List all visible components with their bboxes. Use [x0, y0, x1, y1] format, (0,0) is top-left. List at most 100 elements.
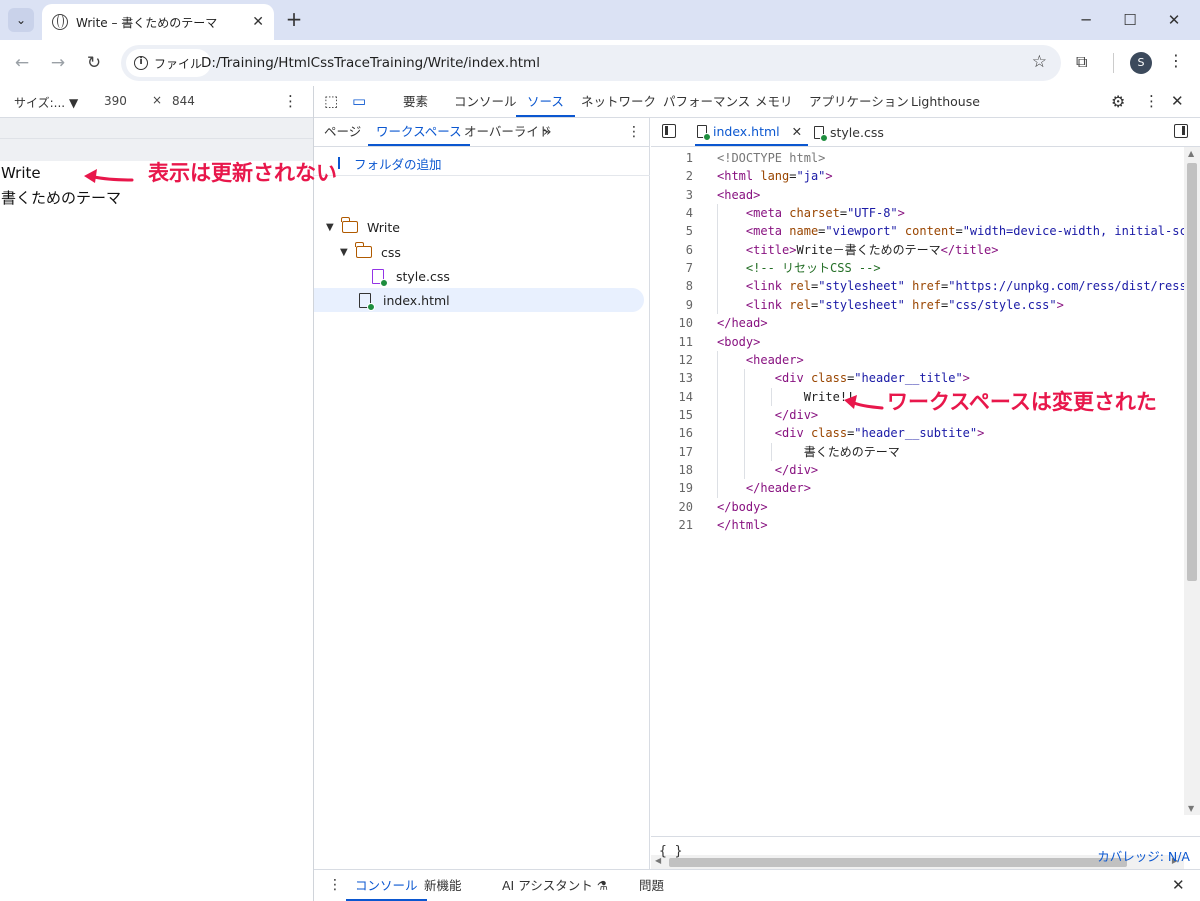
- devtools-close-icon[interactable]: ✕: [1171, 92, 1184, 110]
- tree-file-index-html[interactable]: index.html: [314, 288, 644, 312]
- line-number[interactable]: 1: [651, 149, 693, 167]
- line-number[interactable]: 15: [651, 406, 693, 424]
- line-number[interactable]: 14: [651, 388, 693, 406]
- expand-triangle-icon[interactable]: ▼: [326, 222, 338, 233]
- close-editor-tab-icon[interactable]: ✕: [792, 124, 802, 139]
- code-line[interactable]: 1 <!DOCTYPE html>: [651, 149, 1184, 167]
- code-line[interactable]: 19 </header>: [651, 479, 1184, 497]
- bookmark-star-icon[interactable]: ☆: [1032, 52, 1047, 72]
- code-line[interactable]: 6 <title>Write－書くためのテーマ</title>: [651, 241, 1184, 259]
- scroll-down-icon[interactable]: ▼: [1188, 804, 1194, 813]
- tab-page[interactable]: ページ: [324, 118, 361, 146]
- line-number[interactable]: 17: [651, 443, 693, 461]
- add-folder-link[interactable]: フォルダの追加: [354, 154, 442, 173]
- line-number[interactable]: 9: [651, 296, 693, 314]
- tab-elements[interactable]: 要素: [403, 86, 428, 117]
- expand-triangle-icon[interactable]: ▼: [340, 247, 352, 258]
- vertical-scrollbar[interactable]: ▲ ▼: [1184, 147, 1200, 815]
- device-height-input[interactable]: 844: [172, 94, 195, 108]
- line-number[interactable]: 8: [651, 277, 693, 295]
- code-line[interactable]: 7 <!-- リセットCSS -->: [651, 259, 1184, 277]
- line-number[interactable]: 5: [651, 222, 693, 240]
- code-line[interactable]: 21 </html>: [651, 516, 1184, 534]
- editor-tab-style-css[interactable]: style.css: [814, 118, 884, 146]
- line-number[interactable]: 18: [651, 461, 693, 479]
- code-line[interactable]: 9 <link rel="stylesheet" href="css/style…: [651, 296, 1184, 314]
- url-text[interactable]: D:/Training/HtmlCssTraceTraining/Write/i…: [201, 55, 540, 71]
- window-close-icon[interactable]: ✕: [1154, 6, 1194, 34]
- drawer-tab-ai-assistant[interactable]: AI アシスタント ⚗: [502, 870, 608, 901]
- tab-overrides[interactable]: オーバーライド: [464, 118, 551, 146]
- code-line[interactable]: 5 <meta name="viewport" content="width=d…: [651, 222, 1184, 240]
- close-tab-icon[interactable]: ✕: [252, 14, 264, 30]
- maximize-icon[interactable]: ☐: [1110, 6, 1150, 34]
- code-line[interactable]: 3 <head>: [651, 186, 1184, 204]
- code-line[interactable]: 18 </div>: [651, 461, 1184, 479]
- drawer-tab-whats-new[interactable]: 新機能: [424, 870, 462, 901]
- new-tab-plus-icon[interactable]: +: [282, 8, 306, 32]
- tab-console[interactable]: コンソール: [454, 86, 517, 117]
- tab-performance[interactable]: パフォーマンス: [663, 86, 750, 117]
- device-size-dropdown[interactable]: サイズ:... ▼: [14, 94, 78, 111]
- device-toggle-icon[interactable]: ▭: [352, 92, 366, 110]
- line-number[interactable]: 13: [651, 369, 693, 387]
- code-line[interactable]: 2 <html lang="ja">: [651, 167, 1184, 185]
- tab-memory[interactable]: メモリ: [755, 86, 793, 117]
- horizontal-scroll-thumb[interactable]: [669, 858, 1127, 867]
- device-width-input[interactable]: 390: [104, 94, 127, 108]
- code-line[interactable]: 11 <body>: [651, 333, 1184, 351]
- code-line[interactable]: 13 <div class="header__title">: [651, 369, 1184, 387]
- line-number[interactable]: 20: [651, 498, 693, 516]
- toggle-debugger-icon[interactable]: [1174, 124, 1188, 138]
- code-line[interactable]: 17 書くためのテーマ: [651, 443, 1184, 461]
- forward-arrow-icon[interactable]: →: [46, 51, 70, 75]
- more-tabs-chevron-icon[interactable]: »: [543, 118, 552, 146]
- line-number[interactable]: 16: [651, 424, 693, 442]
- tree-file-style-css[interactable]: style.css: [314, 264, 644, 288]
- drawer-close-icon[interactable]: ✕: [1172, 870, 1185, 901]
- code-line[interactable]: 4 <meta charset="UTF-8">: [651, 204, 1184, 222]
- tab-sources[interactable]: ソース: [516, 86, 575, 117]
- line-number[interactable]: 4: [651, 204, 693, 222]
- scroll-up-icon[interactable]: ▲: [1188, 149, 1194, 158]
- extensions-puzzle-icon[interactable]: ⧉: [1076, 52, 1087, 72]
- settings-gear-icon[interactable]: ⚙: [1111, 92, 1125, 111]
- code-line[interactable]: 8 <link rel="stylesheet" href="https://u…: [651, 277, 1184, 295]
- editor-tab-index-html[interactable]: index.html ✕: [695, 118, 809, 146]
- tree-folder-css[interactable]: ▼ css: [314, 240, 644, 264]
- site-info-chip[interactable]: i ファイル: [126, 49, 212, 77]
- code-line[interactable]: 20 </body>: [651, 498, 1184, 516]
- navigator-menu-icon[interactable]: ⋮: [627, 118, 641, 146]
- tab-network[interactable]: ネットワーク: [581, 86, 656, 117]
- tab-search-chevron-icon[interactable]: ⌄: [8, 8, 34, 32]
- tree-folder-write[interactable]: ▼ Write: [314, 215, 644, 239]
- code-area[interactable]: 1 <!DOCTYPE html> 2 <html lang="ja"> 3 <head>…: [651, 147, 1184, 815]
- inspect-element-icon[interactable]: ⬚: [324, 92, 338, 110]
- line-number[interactable]: 12: [651, 351, 693, 369]
- drawer-tab-issues[interactable]: 問題: [639, 870, 664, 901]
- browser-menu-icon[interactable]: ⋮: [1168, 51, 1184, 70]
- line-number[interactable]: 6: [651, 241, 693, 259]
- line-number[interactable]: 19: [651, 479, 693, 497]
- pretty-print-braces-icon[interactable]: { }: [659, 844, 682, 859]
- code-line[interactable]: 16 <div class="header__subtite">: [651, 424, 1184, 442]
- tab-application[interactable]: アプリケーション: [809, 86, 909, 117]
- line-number[interactable]: 2: [651, 167, 693, 185]
- device-more-icon[interactable]: ⋮: [283, 92, 298, 110]
- profile-avatar[interactable]: S: [1130, 52, 1152, 74]
- line-number[interactable]: 21: [651, 516, 693, 534]
- coverage-status[interactable]: カバレッジ: N/A: [1097, 846, 1190, 865]
- address-bar[interactable]: i ファイル D:/Training/HtmlCssTraceTraining/…: [121, 45, 1061, 81]
- toggle-navigator-icon[interactable]: [662, 124, 676, 138]
- reload-icon[interactable]: ↻: [82, 51, 106, 75]
- drawer-menu-icon[interactable]: ⋮: [328, 870, 342, 901]
- minimize-icon[interactable]: ─: [1066, 6, 1106, 34]
- line-number[interactable]: 3: [651, 186, 693, 204]
- line-number[interactable]: 11: [651, 333, 693, 351]
- line-number[interactable]: 10: [651, 314, 693, 332]
- tab-lighthouse[interactable]: Lighthouse: [911, 86, 980, 117]
- vertical-scroll-thumb[interactable]: [1187, 163, 1197, 581]
- line-number[interactable]: 7: [651, 259, 693, 277]
- drawer-tab-console[interactable]: コンソール: [346, 870, 427, 901]
- browser-tab[interactable]: Write – 書くためのテーマ ✕: [42, 4, 274, 40]
